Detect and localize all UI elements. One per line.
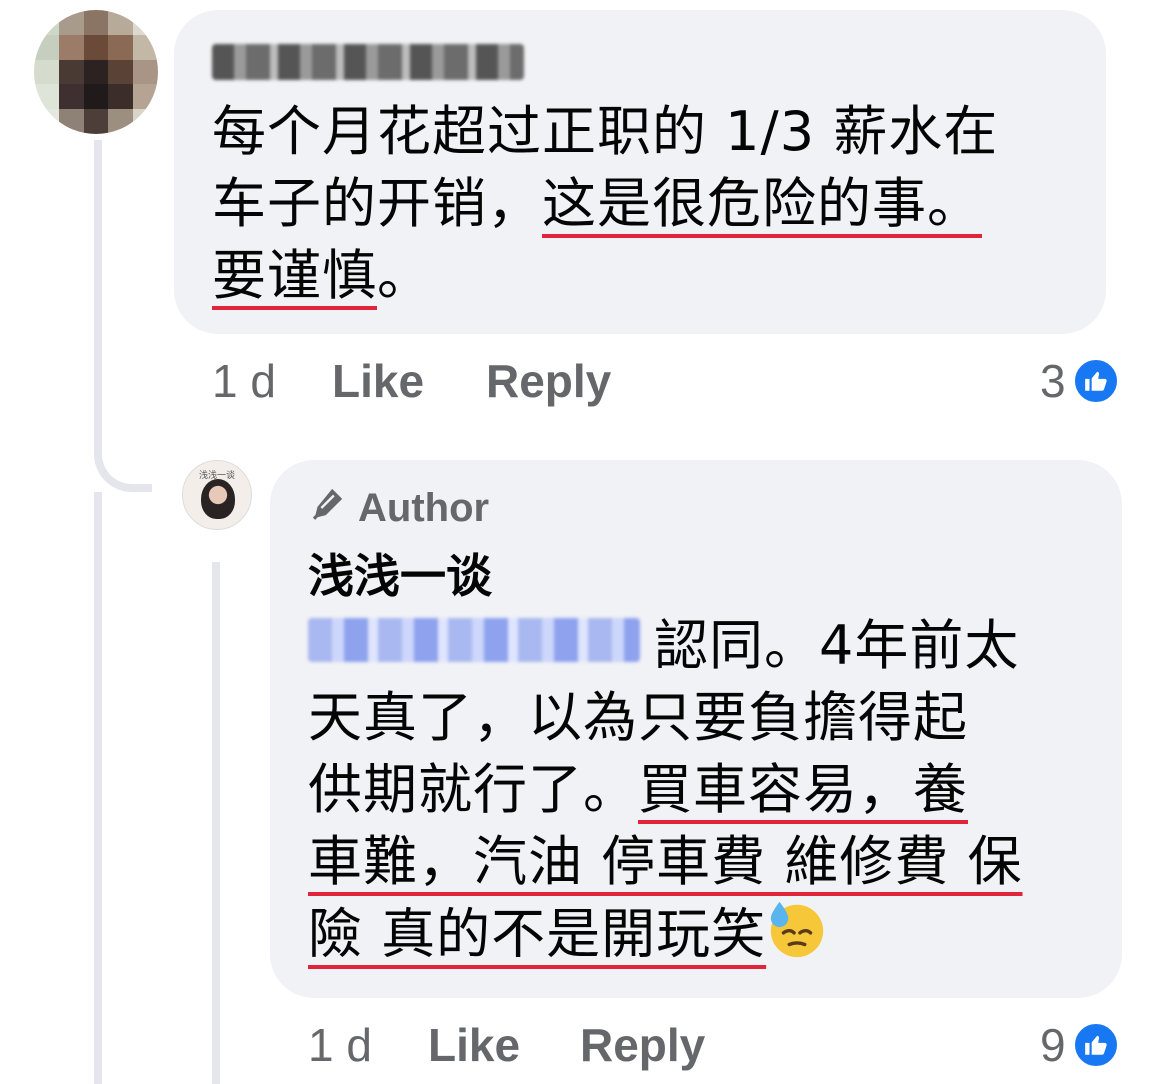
- downcast-face-with-sweat-icon: [766, 898, 828, 978]
- reaction-count: 3: [1040, 355, 1066, 407]
- reply-time[interactable]: 1 d: [308, 1018, 372, 1072]
- author-avatar[interactable]: 浅浅一谈: [182, 460, 252, 530]
- author-badge: Author: [308, 484, 489, 532]
- reply-text: 認同。4年前太 天真了，以為只要負擔得起 供期就行了。買車容易，養 車難，汽油 停車費…: [308, 610, 1098, 978]
- thumbs-up-icon: [1071, 357, 1120, 405]
- reply-reaction-summary[interactable]: 9: [1040, 1018, 1120, 1072]
- reaction-summary[interactable]: 3: [1040, 354, 1120, 408]
- commenter-name-blurred[interactable]: [212, 44, 524, 80]
- reply-reaction-count: 9: [1040, 1019, 1066, 1071]
- thread-line-main: [94, 140, 102, 430]
- thread-line-reply: [212, 562, 220, 1084]
- comment-time[interactable]: 1 d: [212, 354, 276, 408]
- pen-icon: [308, 483, 348, 533]
- author-badge-label: Author: [358, 485, 490, 530]
- like-button[interactable]: Like: [332, 354, 424, 408]
- reply-reply-button[interactable]: Reply: [580, 1018, 705, 1072]
- reply-like-button[interactable]: Like: [428, 1018, 520, 1072]
- comment-text: 每个月花超过正职的 1/3 薪水在 车子的开销，这是很危险的事。 要谨慎。: [212, 100, 999, 307]
- avatar[interactable]: [34, 10, 158, 134]
- reply-button[interactable]: Reply: [486, 354, 611, 408]
- thread-line-lower: [94, 492, 102, 1084]
- avatar-face: [201, 479, 235, 519]
- author-name[interactable]: 浅浅一谈: [308, 540, 492, 606]
- thumbs-up-icon: [1071, 1021, 1120, 1069]
- thread-connector: [94, 420, 152, 492]
